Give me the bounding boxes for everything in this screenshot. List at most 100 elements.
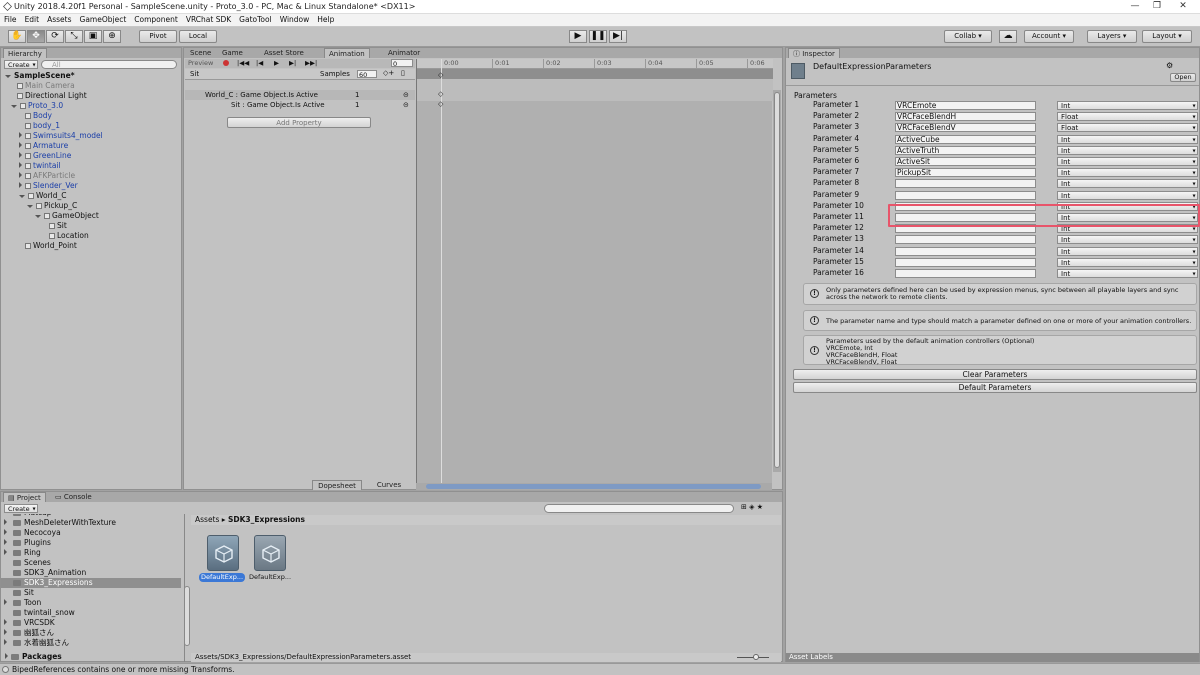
- folder-item[interactable]: Plugins: [1, 538, 181, 548]
- hierarchy-item[interactable]: Location: [1, 231, 181, 241]
- hscroll-thumb[interactable]: [426, 484, 761, 489]
- menu-help[interactable]: Help: [313, 14, 338, 24]
- local-toggle[interactable]: Local: [179, 30, 217, 43]
- project-search-input[interactable]: [544, 504, 734, 513]
- asset-label-1[interactable]: DefaultExp...: [199, 573, 245, 582]
- folder-item[interactable]: Necocoya: [1, 528, 181, 538]
- hand-tool-icon[interactable]: ✋: [8, 30, 26, 43]
- breadcrumb-assets[interactable]: Assets: [195, 515, 219, 524]
- scale-tool-icon[interactable]: ⤡: [65, 30, 83, 43]
- parameter-name-field[interactable]: [895, 246, 1036, 256]
- project-create-dropdown[interactable]: Create: [4, 504, 38, 513]
- parameter-type-dropdown[interactable]: Int: [1057, 134, 1198, 144]
- scene-root[interactable]: SampleScene*: [1, 71, 181, 81]
- parameter-name-field[interactable]: ActiveSit: [895, 157, 1036, 166]
- expand-arrow-icon[interactable]: [4, 619, 7, 625]
- play-anim-icon[interactable]: ▶: [274, 59, 279, 68]
- zoom-slider-thumb[interactable]: [753, 654, 759, 660]
- add-keyframe-icon[interactable]: ◇+: [383, 69, 394, 77]
- hierarchy-item[interactable]: AFKParticle: [1, 171, 181, 181]
- vscroll-thumb[interactable]: [774, 92, 780, 468]
- menu-gatotool[interactable]: GatoTool: [235, 14, 276, 24]
- expand-arrow-icon[interactable]: [11, 105, 17, 108]
- tab-hierarchy[interactable]: Hierarchy: [3, 48, 47, 58]
- expand-arrow-icon[interactable]: [19, 152, 22, 158]
- status-bar[interactable]: BipedReferences contains one or more mis…: [0, 663, 1200, 675]
- frame-field[interactable]: 0: [391, 59, 413, 67]
- expand-arrow-icon[interactable]: [19, 142, 22, 148]
- rotate-tool-icon[interactable]: ⟳: [46, 30, 64, 43]
- asset-tile-2[interactable]: [254, 535, 286, 571]
- curves-tab[interactable]: Curves: [364, 480, 414, 490]
- expand-arrow-icon[interactable]: [4, 549, 7, 555]
- filter-icons[interactable]: ⊞ ◈ ★: [741, 503, 763, 511]
- asset-tile-1[interactable]: [207, 535, 239, 571]
- last-key-icon[interactable]: ▶▶|: [305, 59, 317, 68]
- tab-console[interactable]: ▭ Console: [51, 492, 96, 502]
- tab-project[interactable]: ▤ Project: [3, 492, 46, 502]
- parameter-type-dropdown[interactable]: Int: [1057, 269, 1198, 278]
- folder-item[interactable]: 水着幽狐さん: [1, 638, 181, 648]
- open-button[interactable]: Open: [1170, 73, 1196, 82]
- folder-item[interactable]: MeshDeleterWithTexture: [1, 518, 181, 528]
- parameter-type-dropdown[interactable]: Int: [1057, 157, 1198, 166]
- close-icon[interactable]: ✕: [1176, 1, 1190, 13]
- timeline-vscrollbar[interactable]: [773, 90, 781, 472]
- layers-dropdown[interactable]: Layers ▾: [1087, 30, 1137, 43]
- parameter-type-dropdown[interactable]: Int: [1057, 145, 1198, 155]
- hierarchy-item[interactable]: twintail: [1, 161, 181, 171]
- pivot-toggle[interactable]: Pivot: [139, 30, 177, 43]
- folder-scrollbar[interactable]: [184, 586, 190, 646]
- parameter-type-dropdown[interactable]: Int: [1057, 168, 1198, 178]
- folder-item[interactable]: Toon: [1, 598, 181, 608]
- collab-dropdown[interactable]: Collab ▾: [944, 30, 992, 43]
- expand-arrow-icon[interactable]: [4, 529, 7, 535]
- parameter-name-field[interactable]: [895, 269, 1036, 278]
- property-row-2[interactable]: Sit : Game Object.Is Active 1 ⊝: [185, 100, 415, 110]
- record-icon[interactable]: [223, 60, 229, 66]
- prev-key-icon[interactable]: |◀: [256, 59, 263, 68]
- keyframe-diamond-icon[interactable]: ◇: [438, 71, 443, 79]
- parameter-name-field[interactable]: VRCFaceBlendH: [895, 112, 1036, 122]
- parameter-name-field[interactable]: ActiveCube: [895, 134, 1036, 144]
- parameter-type-dropdown[interactable]: Int: [1057, 190, 1198, 200]
- tab-animation[interactable]: Animation: [324, 48, 370, 58]
- keyframe-toggle-icon[interactable]: ⊝: [403, 90, 409, 100]
- expand-arrow-icon[interactable]: [19, 132, 22, 138]
- timeline-hscrollbar[interactable]: [416, 483, 772, 490]
- hierarchy-item[interactable]: Slender_Ver: [1, 181, 181, 191]
- dopesheet-tab[interactable]: Dopesheet: [312, 480, 362, 490]
- folder-item[interactable]: VRCSDK: [1, 618, 181, 628]
- parameter-type-dropdown[interactable]: Int: [1057, 235, 1198, 245]
- expand-arrow-icon[interactable]: [35, 215, 41, 218]
- hierarchy-item[interactable]: Armature: [1, 141, 181, 151]
- hierarchy-search-input[interactable]: All: [41, 60, 177, 69]
- parameter-name-field[interactable]: [895, 257, 1036, 267]
- move-tool-icon[interactable]: ✥: [27, 30, 45, 43]
- next-key-icon[interactable]: ▶|: [289, 59, 296, 68]
- menu-gameobject[interactable]: GameObject: [76, 14, 131, 24]
- expand-arrow-icon[interactable]: [27, 205, 33, 208]
- keyframe-toggle-icon[interactable]: ⊝: [403, 100, 409, 110]
- parameter-name-field[interactable]: [895, 190, 1036, 200]
- add-event-icon[interactable]: ▯: [401, 69, 405, 77]
- hierarchy-item[interactable]: Pickup_C: [1, 201, 181, 211]
- hierarchy-item[interactable]: Body: [1, 111, 181, 121]
- timeline-ruler[interactable]: 0:00 0:01 0:02 0:03 0:04 0:05 0:06: [417, 59, 773, 69]
- parameter-type-dropdown[interactable]: Int: [1057, 179, 1198, 189]
- layout-dropdown[interactable]: Layout ▾: [1142, 30, 1192, 43]
- folder-item[interactable]: Scenes: [1, 558, 181, 568]
- minimize-icon[interactable]: —: [1128, 1, 1142, 13]
- default-parameters-button[interactable]: Default Parameters: [793, 382, 1197, 393]
- expand-arrow-icon[interactable]: [19, 195, 25, 198]
- cloud-icon[interactable]: ☁: [999, 30, 1017, 43]
- parameter-type-dropdown[interactable]: Int: [1057, 101, 1198, 110]
- menu-window[interactable]: Window: [276, 14, 314, 24]
- transform-tool-icon[interactable]: ⊕: [103, 30, 121, 43]
- folder-item[interactable]: Ring: [1, 548, 181, 558]
- parameter-type-dropdown[interactable]: Int: [1057, 246, 1198, 256]
- keyframe-diamond-icon[interactable]: ◇: [438, 90, 443, 98]
- expand-arrow-icon[interactable]: [4, 639, 7, 645]
- hierarchy-item[interactable]: body_1: [1, 121, 181, 131]
- parameter-name-field[interactable]: VRCFaceBlendV: [895, 123, 1036, 133]
